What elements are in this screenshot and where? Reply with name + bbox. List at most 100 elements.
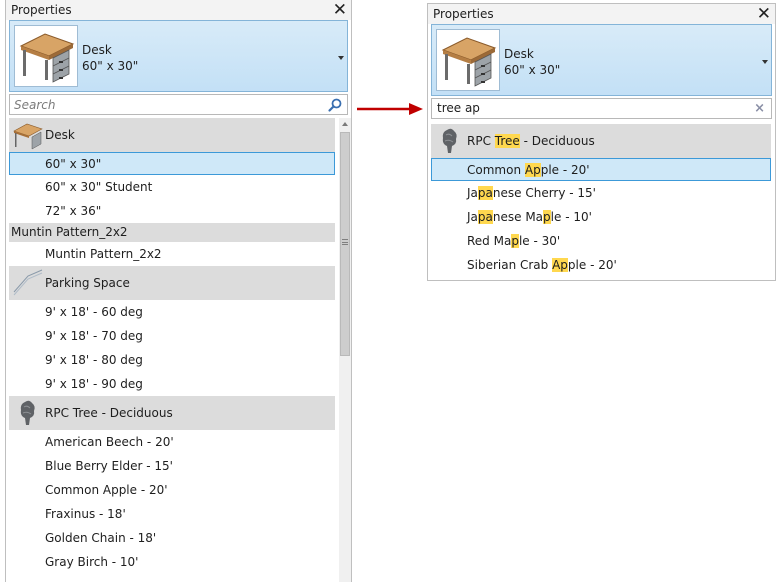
list-item[interactable]: Gray Birch - 10' [9,550,335,574]
list-item-label: 9' x 18' - 90 deg [45,377,143,391]
arrow-right-icon [357,103,423,115]
scrollbar[interactable] [339,118,351,582]
list-item[interactable]: Fraxinus - 18' [9,502,335,526]
list-item-label: Parking Space [45,276,130,290]
grip-icon [342,239,348,245]
list-item-label: Desk [45,128,75,142]
group-header: Parking Space [9,266,335,300]
label-text: Common [467,163,525,177]
label-text: Ja [467,186,478,200]
type-selector[interactable]: Desk 60" x 30" [431,24,772,96]
list-item[interactable]: 72" x 36" [9,199,335,223]
close-icon[interactable]: ✕ [333,0,347,20]
list-item[interactable]: 9' x 18' - 80 deg [9,348,335,372]
group-header: Muntin Pattern_2x2 [9,223,335,242]
search-icon[interactable] [327,97,343,113]
match-highlight: Ap [552,258,568,272]
list-item[interactable]: Red Maple - 30' [431,229,771,253]
list-item-label: American Beech - 20' [45,435,174,449]
list-item[interactable]: Blue Berry Elder - 15' [9,454,335,478]
list-item[interactable]: Siberian Crab Apple - 20' [431,253,771,277]
selected-type-name: Desk [504,47,534,61]
label-text: nese Ma [492,210,544,224]
label-text: nese Cherry - 15' [492,186,596,200]
parking-space-icon [12,268,44,298]
list-item[interactable]: 9' x 18' - 70 deg [9,324,335,348]
tree-icon [12,398,44,428]
panel-title-bar: Properties ✕ [6,0,351,20]
match-highlight: p [543,210,551,224]
list-item[interactable]: American Beech - 20' [9,430,335,454]
search-input[interactable]: tree ap [437,101,480,115]
list-item[interactable]: Japanese Cherry - 15' [431,181,771,205]
properties-panel-right: Properties ✕ Desk 60" x 30" tree ap × RP… [427,3,776,281]
list-item-label: 72" x 36" [45,204,102,218]
label-text: - Deciduous [519,134,595,148]
list-item-label: Siberian Crab Apple - 20' [467,258,617,272]
list-item[interactable]: Common Apple - 20' [9,478,335,502]
selected-type-size: 60" x 30" [82,59,139,73]
list-item-label: Japanese Maple - 10' [467,210,592,224]
list-item-label: Muntin Pattern_2x2 [11,225,128,239]
label-text: ple - 20' [567,258,617,272]
scroll-up-icon[interactable] [342,122,348,126]
label-text: ple - 20' [540,163,590,177]
type-selector[interactable]: Desk 60" x 30" [9,20,348,92]
list-item-label: Muntin Pattern_2x2 [45,247,162,261]
tree-icon [434,126,466,156]
list-item-label: Blue Berry Elder - 15' [45,459,173,473]
match-highlight: Tree [494,134,520,148]
list-item[interactable]: 60" x 30" Student [9,175,335,199]
label-text: le - 30' [518,234,561,248]
list-item-label: Common Apple - 20' [45,483,168,497]
match-highlight: Ap [524,163,541,177]
desk-thumbnail-icon [436,29,500,91]
list-item-label: Gray Birch - 10' [45,555,139,569]
list-item[interactable]: 60" x 30" [9,152,335,175]
list-item[interactable]: Muntin Pattern_2x2 [9,242,335,266]
panel-title-bar: Properties ✕ [428,4,775,24]
list-item[interactable]: Golden Chain - 18' [9,526,335,550]
match-highlight: pa [477,186,493,200]
list-item-label: 9' x 18' - 80 deg [45,353,143,367]
list-item[interactable]: Common Apple - 20' [431,158,771,181]
group-header: Desk [9,118,335,152]
list-item[interactable]: 9' x 18' - 90 deg [9,372,335,396]
list-item-label: 9' x 18' - 70 deg [45,329,143,343]
search-input[interactable] [10,95,347,114]
list-item-label: RPC Tree - Deciduous [45,406,173,420]
desk-thumbnail-icon [14,25,78,87]
group-header: RPC Tree - Deciduous [431,124,771,158]
list-item-label: 60" x 30" Student [45,180,153,194]
label-text: Ja [467,210,478,224]
list-item-label: 9' x 18' - 60 deg [45,305,143,319]
desk-icon [12,120,44,150]
list-item-label: Fraxinus - 18' [45,507,126,521]
chevron-down-icon[interactable] [338,56,344,60]
list-item-label: Red Maple - 30' [467,234,560,248]
panel-title: Properties [11,3,72,17]
search-box[interactable]: tree ap × [431,98,772,119]
list-item[interactable]: 9' x 18' - 60 deg [9,300,335,324]
selected-type-size: 60" x 30" [504,63,561,77]
chevron-down-icon[interactable] [762,60,768,64]
match-highlight: pa [477,210,493,224]
list-item[interactable]: Japanese Maple - 10' [431,205,771,229]
scrollbar-thumb[interactable] [340,132,350,356]
group-header: RPC Tree - Deciduous [9,396,335,430]
label-text: le - 10' [550,210,592,224]
label-text: Siberian Crab [467,258,553,272]
label-text: RPC [467,134,495,148]
list-item-label: Common Apple - 20' [467,163,590,177]
search-box[interactable] [9,94,348,115]
close-icon[interactable]: ✕ [757,4,771,24]
type-list: Desk 60" x 30" 60" x 30" Student 72" x 36" M… [9,118,335,574]
label-text: Red Ma [467,234,512,248]
selected-type-name: Desk [82,43,112,57]
match-highlight: p [511,234,519,248]
clear-search-icon[interactable]: × [754,100,765,117]
panel-title: Properties [433,7,494,21]
list-item-label: 60" x 30" [45,157,102,171]
list-item-label: Golden Chain - 18' [45,531,157,545]
properties-panel-left: Properties ✕ Desk 60" x 30" Search Desk … [5,0,352,582]
